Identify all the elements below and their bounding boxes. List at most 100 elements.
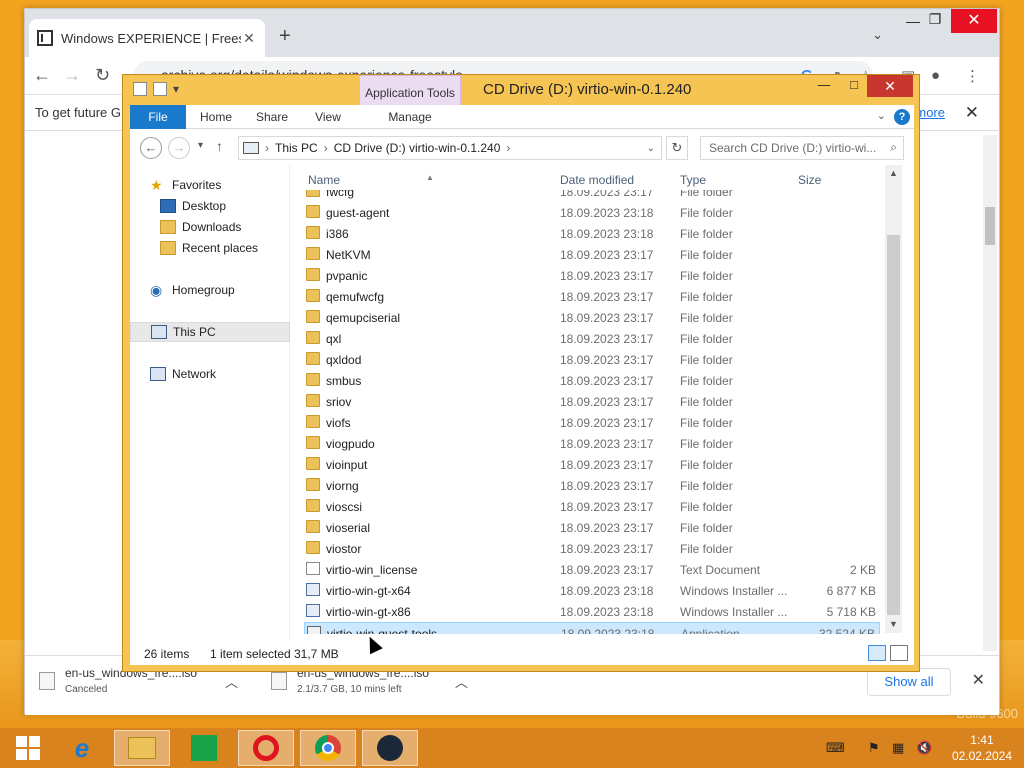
nav-homegroup[interactable]: ◉ Homegroup <box>130 280 290 300</box>
chevron-up-icon[interactable]: ︿ <box>225 672 238 691</box>
show-all-button[interactable]: Show all <box>867 668 951 696</box>
forward-arrow-icon[interactable]: → <box>63 65 81 86</box>
refresh-icon[interactable]: ↻ <box>666 136 688 160</box>
column-size[interactable]: Size <box>798 173 821 187</box>
file-row[interactable]: viostor 18.09.2023 23:17 File folder <box>304 538 880 559</box>
file-name: i386 <box>326 227 349 241</box>
file-list-scrollbar[interactable]: ▲ ▼ <box>885 165 902 633</box>
clock[interactable]: 1:41 02.02.2024 <box>952 732 1012 764</box>
nav-favorites[interactable]: ★ Favorites <box>130 175 290 195</box>
help-icon[interactable]: ? <box>894 109 910 125</box>
file-row[interactable]: sriov 18.09.2023 23:17 File folder <box>304 391 880 412</box>
flag-icon[interactable]: ⚑ <box>868 740 880 756</box>
file-row[interactable]: i386 18.09.2023 23:18 File folder <box>304 223 880 244</box>
back-arrow-icon[interactable]: ← <box>140 137 162 159</box>
restore-button[interactable]: ❐ <box>915 11 955 28</box>
search-input[interactable]: Search CD Drive (D:) virtio-wi... ⌕ <box>700 136 904 160</box>
page-scrollbar[interactable] <box>983 135 997 651</box>
explorer-maximize-button[interactable]: □ <box>839 77 869 92</box>
file-row[interactable]: qemufwcfg 18.09.2023 23:17 File folder <box>304 286 880 307</box>
nav-desktop[interactable]: Desktop <box>130 196 290 216</box>
explorer-close-button[interactable]: ✕ <box>867 75 913 97</box>
forward-arrow-icon[interactable]: → <box>168 137 190 159</box>
explorer-titlebar[interactable]: ▾ Application Tools CD Drive (D:) virtio… <box>123 75 919 105</box>
file-row[interactable]: NetKVM 18.09.2023 23:17 File folder <box>304 244 880 265</box>
new-folder-icon[interactable] <box>153 82 167 96</box>
nav-downloads[interactable]: Downloads <box>130 217 290 237</box>
menu-icon[interactable]: ⋮ <box>965 67 980 85</box>
taskbar-file-explorer[interactable] <box>114 730 170 766</box>
column-date-modified[interactable]: Date modified <box>560 173 634 187</box>
tab-share[interactable]: Share <box>250 105 294 129</box>
file-row[interactable]: viorng 18.09.2023 23:17 File folder <box>304 475 880 496</box>
file-row[interactable]: vioinput 18.09.2023 23:17 File folder <box>304 454 880 475</box>
file-row[interactable]: virtio-win-guest-tools 18.09.2023 23:18 Ap… <box>304 622 880 634</box>
details-view-icon[interactable] <box>868 645 886 661</box>
column-name[interactable]: Name <box>308 173 340 187</box>
breadcrumb-cd-drive[interactable]: CD Drive (D:) virtio-win-0.1.240 <box>334 141 501 155</box>
start-button[interactable] <box>0 730 56 766</box>
file-row[interactable]: qxldod 18.09.2023 23:17 File folder <box>304 349 880 370</box>
file-row[interactable]: viogpudo 18.09.2023 23:17 File folder <box>304 433 880 454</box>
tab-view[interactable]: View <box>306 105 350 129</box>
large-icons-view-icon[interactable] <box>890 645 908 661</box>
taskbar-store[interactable] <box>176 730 232 766</box>
close-downloads-icon[interactable]: ✕ <box>972 670 985 690</box>
tab-manage[interactable]: Manage <box>374 105 446 129</box>
tab-file[interactable]: File <box>130 105 186 129</box>
close-tab-icon[interactable]: ✕ <box>241 30 257 47</box>
file-row[interactable]: viofs 18.09.2023 23:17 File folder <box>304 412 880 433</box>
taskbar-opera[interactable] <box>238 730 294 766</box>
download-item[interactable]: en-us_windows_fre....iso 2.1/3.7 GB, 10 … <box>265 666 468 706</box>
recent-locations-icon[interactable]: ▾ <box>198 140 203 151</box>
file-row[interactable]: qxl 18.09.2023 23:17 File folder <box>304 328 880 349</box>
column-type[interactable]: Type <box>680 173 706 187</box>
nav-network[interactable]: Network <box>130 364 290 384</box>
info-bar-close-icon[interactable]: ✕ <box>965 103 979 123</box>
scroll-down-icon[interactable]: ▼ <box>885 616 902 633</box>
application-tools-tab[interactable]: Application Tools <box>359 75 461 105</box>
volume-muted-icon[interactable]: 🔇 <box>916 740 932 756</box>
network-tray-icon[interactable]: ▦ <box>892 740 904 756</box>
file-name: virtio-win_license <box>326 563 418 577</box>
scroll-up-icon[interactable]: ▲ <box>885 165 902 182</box>
file-row[interactable]: pvpanic 18.09.2023 23:17 File folder <box>304 265 880 286</box>
file-row[interactable]: virtio-win-gt-x64 18.09.2023 23:18 Windows… <box>304 580 880 601</box>
taskbar-steam[interactable] <box>362 730 418 766</box>
file-row[interactable]: virtio-win_license 18.09.2023 23:17 Text D… <box>304 559 880 580</box>
keyboard-icon[interactable]: ⌨ <box>826 740 845 756</box>
explorer-minimize-button[interactable]: — <box>809 77 839 92</box>
properties-icon[interactable] <box>133 82 147 96</box>
new-tab-button[interactable]: + <box>279 25 291 48</box>
reload-icon[interactable]: ↻ <box>95 65 110 86</box>
download-item[interactable]: en-us_windows_fre....iso Canceled ︿ <box>33 666 238 706</box>
taskbar-ie[interactable]: e <box>54 730 110 766</box>
breadcrumb-this-pc[interactable]: This PC <box>275 141 318 155</box>
address-bar[interactable]: › This PC › CD Drive (D:) virtio-win-0.1… <box>238 136 662 160</box>
file-date: 18.09.2023 23:17 <box>560 521 654 535</box>
back-arrow-icon[interactable]: ← <box>33 65 51 86</box>
taskbar-chrome[interactable] <box>300 730 356 766</box>
file-name: vioscsi <box>326 500 363 514</box>
file-row[interactable]: vioscsi 18.09.2023 23:17 File folder <box>304 496 880 517</box>
up-arrow-icon[interactable]: ↑ <box>216 138 223 154</box>
file-row[interactable]: guest-agent 18.09.2023 23:18 File folder <box>304 202 880 223</box>
file-row[interactable]: virtio-win-gt-x86 18.09.2023 23:18 Windows… <box>304 601 880 622</box>
nav-this-pc[interactable]: This PC <box>130 322 290 342</box>
address-dropdown-icon[interactable]: ⌄ <box>647 143 655 154</box>
file-type: File folder <box>680 395 733 409</box>
file-row[interactable]: qemupciserial 18.09.2023 23:17 File folder <box>304 307 880 328</box>
close-window-button[interactable]: ✕ <box>951 9 997 33</box>
nav-recent-places[interactable]: Recent places <box>130 238 290 258</box>
qat-dropdown-icon[interactable]: ▾ <box>173 82 179 96</box>
scroll-thumb[interactable] <box>887 235 900 615</box>
file-row[interactable]: smbus 18.09.2023 23:17 File folder <box>304 370 880 391</box>
tab-search-icon[interactable]: ⌄ <box>872 27 883 43</box>
file-row[interactable]: fwcfg 18.09.2023 23:17 File folder <box>304 190 880 202</box>
chevron-up-icon[interactable]: ︿ <box>455 672 468 691</box>
profile-icon[interactable]: ● <box>931 67 940 84</box>
expand-ribbon-icon[interactable]: ⌄ <box>877 109 886 122</box>
file-row[interactable]: vioserial 18.09.2023 23:17 File folder <box>304 517 880 538</box>
tab-home[interactable]: Home <box>194 105 238 129</box>
browser-tab[interactable]: Windows EXPERIENCE | Freestyle ✕ <box>29 19 265 57</box>
